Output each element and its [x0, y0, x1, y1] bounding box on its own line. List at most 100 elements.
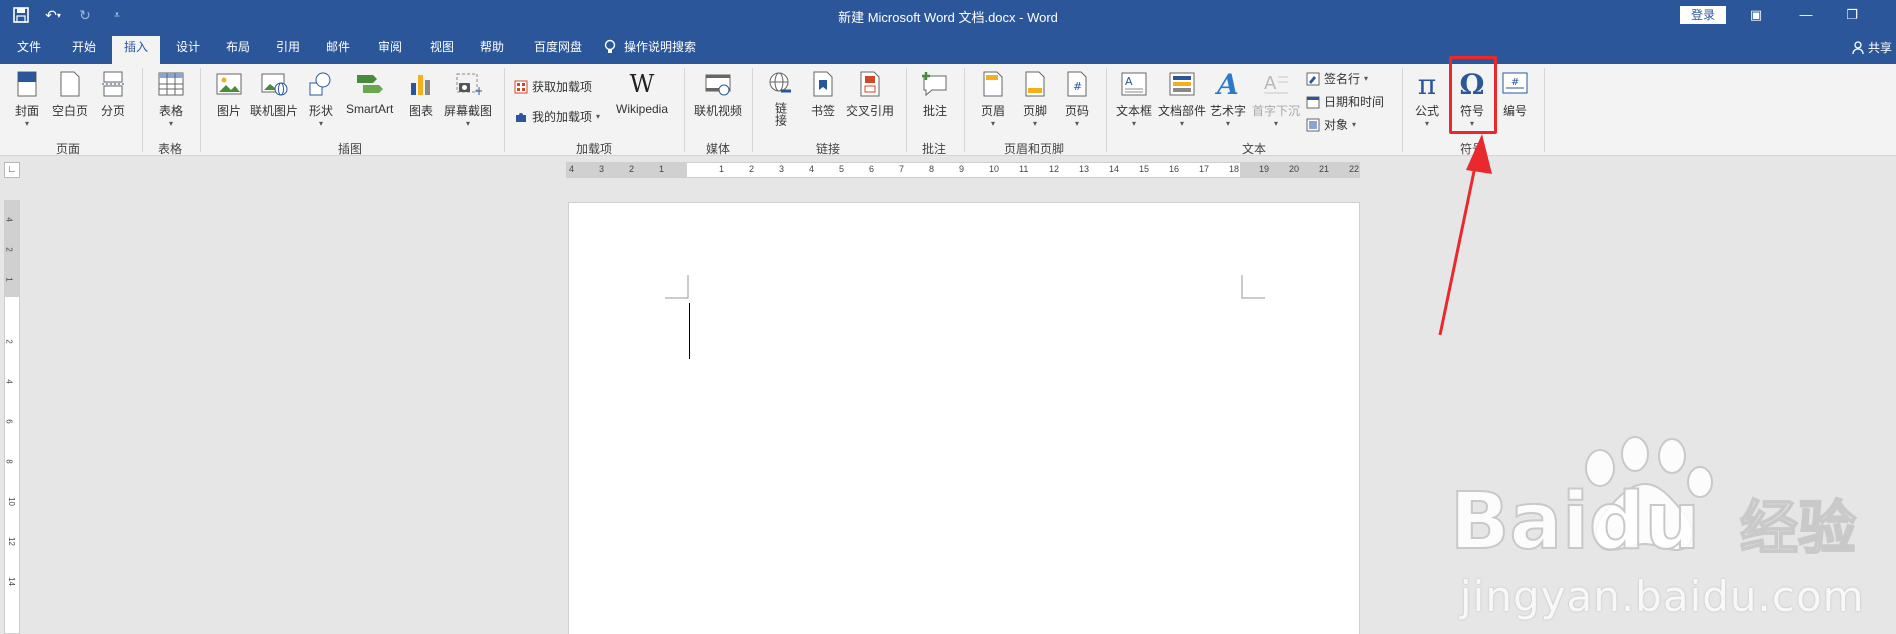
- online-picture-button[interactable]: 联机图片: [250, 68, 298, 119]
- tab-mailings[interactable]: 邮件: [320, 36, 356, 64]
- chart-button[interactable]: 图表: [406, 68, 436, 119]
- tab-help[interactable]: 帮助: [474, 36, 510, 64]
- link-button[interactable]: 链接: [766, 68, 796, 132]
- group-divider: [964, 68, 965, 152]
- tab-insert[interactable]: 插入: [112, 36, 160, 64]
- ribbon-display-options-icon[interactable]: ▣: [1736, 4, 1776, 26]
- footer-button[interactable]: 页脚 ▾: [1020, 68, 1050, 129]
- object-button[interactable]: 对象 ▾: [1306, 116, 1356, 133]
- ruler-number: 1: [4, 277, 14, 282]
- ruler-number: 12: [6, 537, 16, 546]
- ruler-number: 1: [659, 164, 665, 174]
- online-picture-label: 联机图片: [250, 104, 299, 118]
- equation-button[interactable]: π 公式 ▾: [1412, 68, 1442, 129]
- document-title: 新建 Microsoft Word 文档.docx - Word: [838, 10, 1058, 25]
- minimize-icon[interactable]: —: [1786, 4, 1826, 26]
- chevron-down-icon: ▾: [1424, 119, 1429, 128]
- smartart-button[interactable]: SmartArt: [346, 68, 393, 116]
- link-icon: [766, 68, 796, 100]
- my-addins-button[interactable]: 我的加载项 ▾: [514, 108, 600, 125]
- wikipedia-button[interactable]: W Wikipedia: [616, 68, 668, 116]
- margin-corner-mark: [1241, 275, 1265, 299]
- wordart-button[interactable]: A 艺术字 ▾: [1210, 68, 1246, 129]
- share-button[interactable]: 共享: [1852, 39, 1892, 56]
- header-button[interactable]: 页眉 ▾: [978, 68, 1008, 129]
- group-label-header-footer: 页眉和页脚: [1004, 142, 1065, 156]
- picture-button[interactable]: 图片: [214, 68, 244, 119]
- my-addins-label: 我的加载项: [532, 110, 593, 124]
- group-label-illustrations: 插图: [338, 142, 363, 156]
- group-label-pages: 页面: [56, 142, 81, 156]
- svg-text:#: #: [1511, 77, 1519, 88]
- tab-review[interactable]: 审阅: [372, 36, 408, 64]
- ruler-number: 20: [1289, 164, 1300, 174]
- equation-label: 公式: [1414, 104, 1439, 118]
- tab-home[interactable]: 开始: [66, 36, 102, 64]
- date-time-button[interactable]: 日期和时间: [1306, 93, 1384, 110]
- chevron-down-icon: ▾: [990, 119, 995, 128]
- chevron-down-icon: ▾: [1352, 119, 1357, 129]
- screenshot-button[interactable]: + 屏幕截图 ▾: [444, 68, 492, 129]
- ruler-number: 21: [1319, 164, 1330, 174]
- online-video-button[interactable]: 联机视频: [694, 68, 742, 119]
- group-label-tables: 表格: [158, 142, 183, 156]
- tab-baidu-netdisk[interactable]: 百度网盘: [528, 36, 588, 64]
- group-divider: [1106, 68, 1107, 152]
- tab-layout[interactable]: 布局: [220, 36, 256, 64]
- share-label: 共享: [1868, 41, 1893, 55]
- signature-line-button[interactable]: 签名行 ▾: [1306, 70, 1368, 87]
- ruler-number: 4: [569, 164, 575, 174]
- page-break-button[interactable]: 分页: [98, 68, 128, 119]
- text-cursor: [689, 303, 690, 359]
- wikipedia-icon: W: [629, 70, 655, 98]
- get-addins-button[interactable]: 获取加载项: [514, 78, 592, 95]
- drop-cap-button[interactable]: A 首字下沉 ▾: [1252, 68, 1300, 129]
- group-divider: [752, 68, 753, 152]
- ruler-number: 2: [4, 339, 14, 344]
- wordart-icon: A: [1217, 67, 1239, 101]
- document-page[interactable]: [568, 202, 1360, 634]
- numbering-label: 编号: [1502, 104, 1527, 118]
- group-label-comments: 批注: [922, 142, 947, 156]
- svg-text:A: A: [1125, 75, 1133, 88]
- lightbulb-icon: [604, 39, 616, 53]
- numbering-button[interactable]: # 编号: [1500, 68, 1530, 119]
- quick-parts-button[interactable]: 文档部件 ▾: [1158, 68, 1206, 129]
- tab-design[interactable]: 设计: [170, 36, 206, 64]
- chevron-down-icon: ▾: [1132, 119, 1137, 128]
- tab-view[interactable]: 视图: [424, 36, 460, 64]
- watermark-product: 经验: [1740, 494, 1856, 562]
- ruler-number: 13: [1079, 164, 1090, 174]
- chevron-down-icon: ▾: [1032, 119, 1037, 128]
- annotation-highlight-box: [1449, 56, 1497, 134]
- tab-file[interactable]: 文件: [14, 36, 44, 64]
- tab-references[interactable]: 引用: [270, 36, 306, 64]
- ruler-number: 8: [929, 164, 935, 174]
- svg-text:+: +: [474, 84, 482, 97]
- chevron-down-icon: ▾: [1226, 119, 1231, 128]
- date-time-label: 日期和时间: [1324, 95, 1385, 109]
- ruler-number: 12: [1049, 164, 1060, 174]
- page-number-button[interactable]: # 页码 ▾: [1062, 68, 1092, 129]
- login-button[interactable]: 登录: [1680, 6, 1726, 24]
- chevron-down-icon: ▾: [168, 119, 173, 128]
- cross-reference-button[interactable]: 交叉引用: [846, 68, 894, 119]
- horizontal-ruler[interactable]: 4 3 2 1 1 2 3 4 5 6 7 8 9 10 11 12 13 14 15 16 17 18 19 20 21 22: [566, 162, 1360, 178]
- group-label-links: 链接: [816, 142, 841, 156]
- comment-button[interactable]: 批注: [920, 68, 950, 119]
- blank-page-icon: [55, 68, 85, 100]
- cover-page-button[interactable]: 封面 ▾: [12, 68, 42, 129]
- textbox-button[interactable]: A 文本框 ▾: [1116, 68, 1152, 129]
- vertical-ruler[interactable]: 4 2 1 2 4 6 8 10 12 14: [4, 200, 20, 634]
- tell-me-search[interactable]: 操作说明搜索: [604, 38, 696, 55]
- table-button[interactable]: 表格 ▾: [156, 68, 186, 129]
- ruler-number: 10: [6, 497, 16, 506]
- bookmark-button[interactable]: 书签: [808, 68, 838, 119]
- tab-selector[interactable]: ∟: [4, 162, 20, 178]
- blank-page-button[interactable]: 空白页: [52, 68, 88, 119]
- cover-page-label: 封面: [14, 104, 39, 118]
- cross-reference-icon: [855, 68, 885, 100]
- puzzle-icon: [516, 112, 526, 122]
- restore-icon[interactable]: ❐: [1832, 4, 1872, 26]
- shapes-button[interactable]: 形状 ▾: [306, 68, 336, 129]
